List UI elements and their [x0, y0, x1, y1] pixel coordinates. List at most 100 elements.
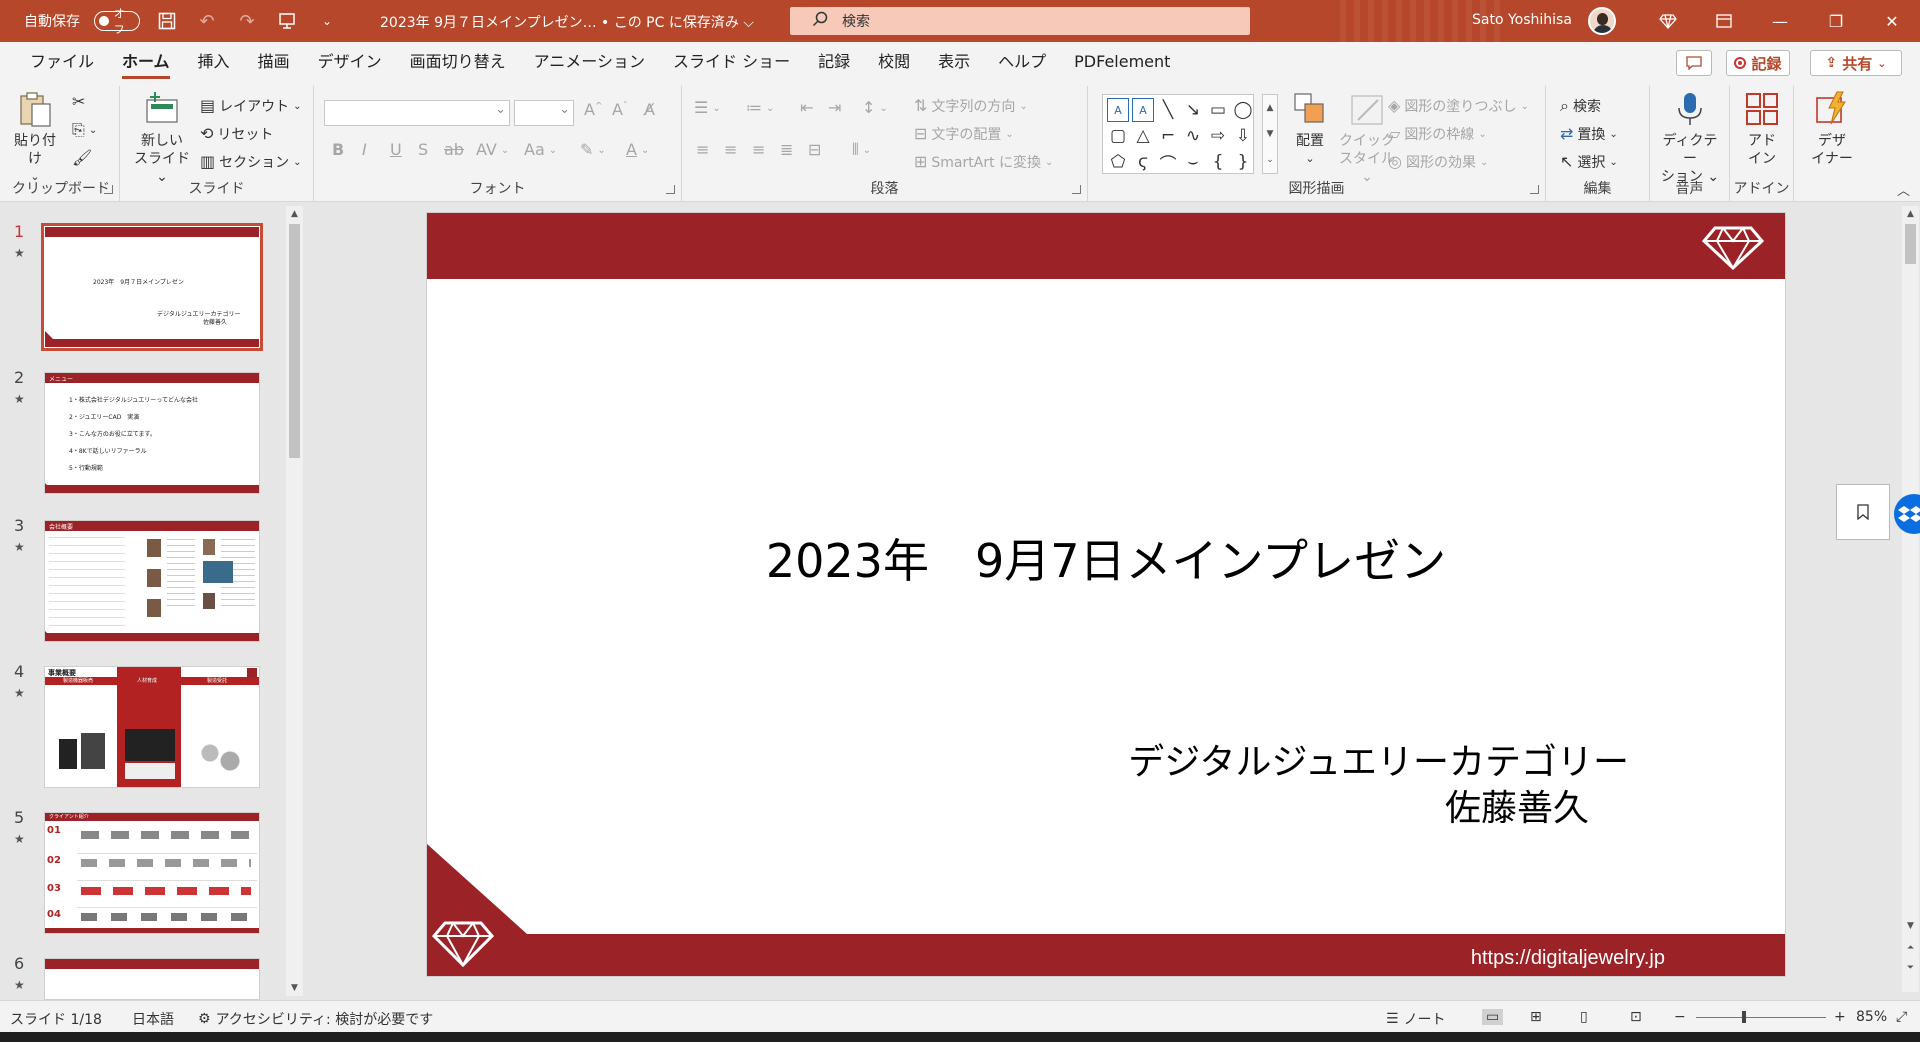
reading-view-icon[interactable]: ▯	[1580, 1009, 1588, 1025]
tab-transitions[interactable]: 画面切り替え	[396, 42, 520, 82]
font-name-dropdown[interactable]	[324, 100, 510, 126]
tab-insert[interactable]: 挿入	[184, 42, 244, 82]
curve-shape-icon[interactable]: ⌣	[1182, 150, 1204, 174]
character-spacing-icon[interactable]: AV ⌄	[476, 142, 509, 158]
next-slide-icon[interactable]: ⏷	[1902, 960, 1919, 976]
align-center-icon[interactable]: ≡	[724, 142, 737, 158]
scrollbar-thumb[interactable]	[1905, 224, 1916, 264]
left-brace-shape-icon[interactable]: {	[1207, 150, 1229, 174]
slide-sorter-view-icon[interactable]: ⊞	[1530, 1009, 1542, 1025]
tab-review[interactable]: 校閲	[864, 42, 924, 82]
zoom-slider-thumb[interactable]	[1742, 1011, 1746, 1023]
paste-button[interactable]: 貼り付け ⌄	[8, 90, 62, 186]
redo-icon[interactable]: ↷	[234, 8, 260, 34]
tab-view[interactable]: 表示	[924, 42, 984, 82]
select-button[interactable]: ↖ 選択 ⌄	[1560, 152, 1618, 172]
columns-icon[interactable]: ⫴ ⌄	[852, 142, 871, 158]
increase-indent-icon[interactable]: ⇥	[828, 100, 841, 116]
previous-slide-icon[interactable]: ⏶	[1902, 940, 1919, 956]
curved-connector-shape-icon[interactable]: ∿	[1182, 124, 1204, 148]
triangle-shape-icon[interactable]: △	[1132, 124, 1154, 148]
reset-button[interactable]: ⟲ リセット	[200, 124, 273, 144]
strikethrough-icon[interactable]: ab	[444, 142, 464, 158]
align-left-icon[interactable]: ≡	[696, 142, 709, 158]
clipboard-launcher-icon[interactable]	[104, 185, 113, 194]
scroll-up-icon[interactable]: ▲	[286, 206, 303, 222]
save-icon[interactable]	[154, 8, 180, 34]
minimize-icon[interactable]: —	[1752, 0, 1808, 42]
down-arrow-shape-icon[interactable]: ⇩	[1232, 124, 1254, 148]
scroll-down-icon[interactable]: ▼	[1902, 918, 1919, 934]
designer-button[interactable]: デザ イナー	[1804, 90, 1860, 168]
bullets-icon[interactable]: ☰ ⌄	[694, 100, 721, 116]
align-right-icon[interactable]: ≡	[752, 142, 765, 158]
language-indicator[interactable]: 日本語	[132, 1009, 174, 1029]
italic-icon[interactable]: I	[362, 142, 367, 158]
find-button[interactable]: ⌕ 検索	[1560, 96, 1601, 116]
zoom-slider[interactable]	[1696, 1011, 1826, 1023]
replace-button[interactable]: ⇄ 置換 ⌄	[1560, 124, 1618, 144]
arrange-button[interactable]: 配置 ⌄	[1288, 90, 1332, 168]
paragraph-launcher-icon[interactable]	[1072, 185, 1081, 194]
slide-thumbnail-5[interactable]: クライアント紹介 01 02 03 04	[44, 812, 260, 934]
increase-font-size-icon[interactable]: A^	[584, 102, 603, 118]
ribbon-display-options-icon[interactable]	[1696, 0, 1752, 42]
highlight-icon[interactable]: ✎ ⌄	[580, 142, 606, 158]
layout-button[interactable]: ▤ レイアウト ⌄	[200, 96, 302, 116]
autosave-toggle[interactable]: オフ	[94, 7, 140, 36]
notes-button[interactable]: ☰ ノート	[1386, 1009, 1446, 1029]
tab-slideshow[interactable]: スライド ショー	[659, 42, 804, 82]
collapse-ribbon-icon[interactable]: ︿	[1897, 180, 1910, 199]
zoom-out-icon[interactable]: −	[1674, 1009, 1686, 1025]
arrow-line-shape-icon[interactable]: ↘	[1182, 98, 1204, 122]
slide-thumbnail-1[interactable]: 2023年 9月７日メインプレゼン デジタルジュエリーカテゴリー 佐藤善久	[41, 223, 263, 351]
diamond-icon[interactable]	[1640, 0, 1696, 42]
shadow-icon[interactable]: S	[418, 142, 428, 158]
user-name[interactable]: Sato Yoshihisa	[1472, 12, 1572, 28]
underline-icon[interactable]: U	[390, 142, 402, 158]
slideshow-start-icon[interactable]	[274, 8, 300, 34]
restore-icon[interactable]: ❐	[1808, 0, 1864, 42]
tab-file[interactable]: ファイル	[16, 42, 108, 82]
drawing-launcher-icon[interactable]	[1530, 185, 1539, 194]
arc-shape-icon[interactable]: ⌒	[1157, 150, 1179, 175]
close-icon[interactable]: ✕	[1864, 0, 1920, 42]
decrease-indent-icon[interactable]: ⇤	[800, 100, 813, 116]
tab-record[interactable]: 記録	[804, 42, 864, 82]
cut-icon[interactable]: ✂	[72, 94, 85, 110]
rounded-rect-shape-icon[interactable]: ▢	[1107, 124, 1129, 148]
slide-thumbnail-6[interactable]	[44, 958, 260, 1000]
scroll-down-icon[interactable]: ▼	[286, 980, 303, 996]
avatar[interactable]	[1588, 7, 1616, 35]
numbering-icon[interactable]: ≔ ⌄	[746, 100, 774, 116]
text-direction-button[interactable]: ⇅ 文字列の方向 ⌄	[914, 96, 1028, 116]
scribble-shape-icon[interactable]: ϛ	[1132, 150, 1154, 174]
freeform-shape-icon[interactable]: ⬠	[1107, 150, 1129, 174]
current-slide[interactable]: 2023年 9月7日メインプレゼン デジタルジュエリーカテゴリー 佐藤善久 ht…	[426, 212, 1786, 977]
line-spacing-icon[interactable]: ↕ ⌄	[862, 100, 888, 116]
customize-qat-icon[interactable]: ⌄	[314, 8, 340, 34]
dropbox-icon[interactable]	[1892, 494, 1920, 534]
clear-formatting-icon[interactable]: A̸	[644, 102, 655, 118]
rectangle-shape-icon[interactable]: ▭	[1207, 98, 1229, 122]
zoom-in-icon[interactable]: +	[1834, 1009, 1846, 1025]
slideshow-view-icon[interactable]: ⊡	[1630, 1009, 1642, 1025]
accessibility-status[interactable]: ⚙ アクセシビリティ: 検討が必要です	[198, 1009, 433, 1029]
elbow-connector-shape-icon[interactable]: ⌐	[1157, 124, 1179, 148]
slide-footer-url[interactable]: https://digitaljewelry.jp	[1471, 947, 1665, 970]
zoom-level[interactable]: 85%	[1856, 1009, 1887, 1025]
normal-view-icon[interactable]: ▭	[1482, 1009, 1504, 1025]
fit-to-window-icon[interactable]: ⤢	[1896, 1009, 1907, 1025]
new-slide-button[interactable]: 新しい スライド ⌄	[134, 90, 190, 186]
scroll-up-icon[interactable]: ▲	[1902, 206, 1919, 222]
justify-icon[interactable]: ≣	[780, 142, 793, 158]
slide-subtitle-author[interactable]: 佐藤善久	[1445, 779, 1589, 831]
tab-animations[interactable]: アニメーション	[520, 42, 659, 82]
thumbnails-scrollbar[interactable]: ▲ ▼	[286, 206, 303, 996]
slide-thumbnail-4[interactable]: 事業概要 製造機器販売 人材育成 製造受託	[44, 666, 260, 788]
right-arrow-shape-icon[interactable]: ⇨	[1207, 124, 1229, 148]
tab-help[interactable]: ヘルプ	[984, 42, 1060, 82]
tab-pdfelement[interactable]: PDFelement	[1060, 42, 1184, 82]
slide-thumbnail-3[interactable]: 会社概要	[44, 520, 260, 642]
vertical-textbox-shape-icon[interactable]: A	[1132, 98, 1154, 122]
